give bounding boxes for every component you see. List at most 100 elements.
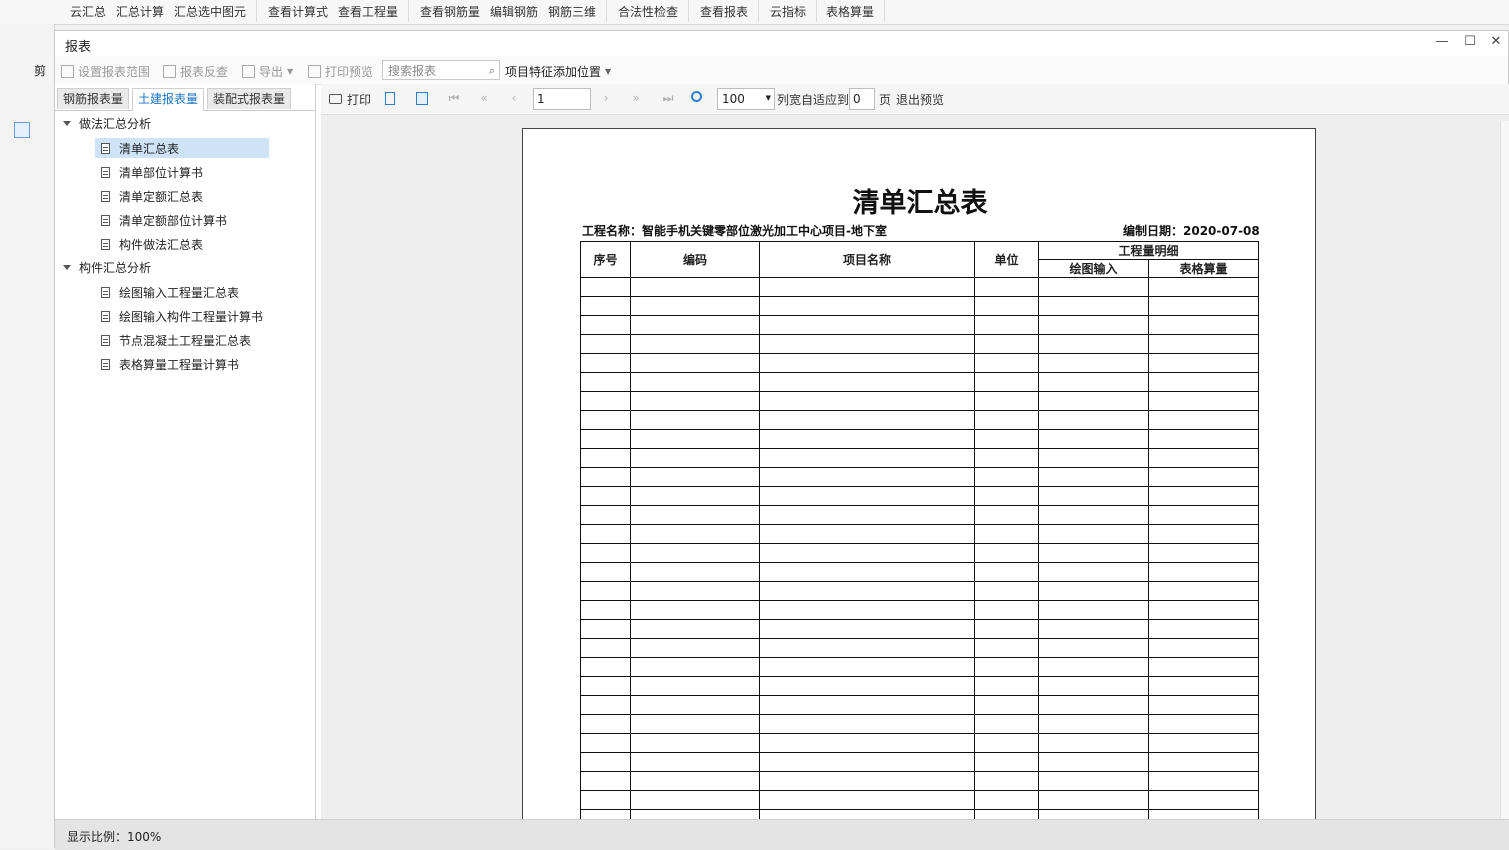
table-cell bbox=[1148, 790, 1259, 810]
exit-preview-button[interactable]: 退出预览 bbox=[896, 90, 944, 108]
first-page-icon[interactable]: ⏮ bbox=[447, 91, 461, 105]
table-cell bbox=[630, 695, 760, 715]
table-cell bbox=[1148, 429, 1259, 449]
page-number-input[interactable]: 1 bbox=[533, 88, 591, 110]
table-cell bbox=[1148, 695, 1259, 715]
table-cell bbox=[1038, 315, 1149, 335]
ribbon-button[interactable]: 钢筋三维 bbox=[548, 3, 596, 20]
table-row bbox=[580, 429, 1259, 449]
report-dialog: 报表 — ☐ ✕ 设置报表范围 报表反查 导出 ▼ 打印预览 ⌕ 项目特征添加位… bbox=[54, 30, 1509, 850]
close-button[interactable]: ✕ bbox=[1486, 34, 1506, 52]
table-cell bbox=[1148, 353, 1259, 373]
table-search-icon bbox=[163, 64, 176, 78]
table-cell bbox=[759, 752, 975, 772]
tree-item-bill-quota-summary[interactable]: 清单定额汇总表 bbox=[95, 186, 269, 206]
report-date: 编制日期：2020-07-08 bbox=[1123, 224, 1260, 238]
zoom-icon[interactable] bbox=[691, 91, 702, 102]
tree-group-component-summary[interactable]: 构件汇总分析 bbox=[63, 256, 151, 278]
feature-position-dropdown[interactable]: 项目特征添加位置 ▼ bbox=[505, 62, 611, 80]
ribbon-button[interactable]: 查看报表 bbox=[700, 3, 748, 20]
prev-jump-icon[interactable]: « bbox=[477, 91, 491, 105]
tab-rebar-report[interactable]: 钢筋报表量 bbox=[57, 88, 130, 109]
reverse-check-label: 报表反查 bbox=[180, 64, 229, 79]
table-cell bbox=[759, 714, 975, 734]
ribbon-button[interactable]: 表格算量 bbox=[826, 3, 874, 20]
tree-item-table-quantity-calc[interactable]: 表格算量工程量计算书 bbox=[95, 354, 269, 374]
minimize-button[interactable]: — bbox=[1432, 34, 1452, 52]
table-cell bbox=[974, 657, 1039, 677]
ribbon-button[interactable]: 云汇总 bbox=[70, 3, 106, 20]
table-cell bbox=[759, 657, 975, 677]
table-cell bbox=[1038, 562, 1149, 582]
tree-item-bill-quota-location-calc[interactable]: 清单定额部位计算书 bbox=[95, 210, 269, 230]
next-page-icon[interactable]: › bbox=[599, 91, 613, 105]
zoom-select[interactable]: 100 ▼ bbox=[717, 88, 775, 110]
ribbon-button[interactable]: 汇总计算 bbox=[116, 3, 164, 20]
report-type-tabs: 钢筋报表量 土建报表量 装配式报表量 bbox=[55, 86, 315, 111]
print-preview-button[interactable]: 打印预览 bbox=[308, 62, 373, 80]
table-cell bbox=[580, 372, 631, 392]
table-cell bbox=[1038, 296, 1149, 316]
ribbon-button[interactable]: 云指标 bbox=[770, 3, 806, 20]
set-range-button[interactable]: 设置报表范围 bbox=[61, 62, 150, 80]
tab-prefab-report[interactable]: 装配式报表量 bbox=[207, 88, 292, 109]
table-row bbox=[580, 733, 1259, 753]
set-range-label: 设置报表范围 bbox=[78, 64, 151, 79]
maximize-button[interactable]: ☐ bbox=[1460, 34, 1480, 52]
single-page-icon[interactable] bbox=[385, 92, 395, 105]
list-view-icon[interactable] bbox=[14, 122, 30, 138]
ribbon-button[interactable]: 合法性检查 bbox=[618, 3, 678, 20]
ribbon-button[interactable]: 汇总选中图元 bbox=[174, 3, 246, 20]
vertical-scrollbar[interactable] bbox=[1500, 121, 1509, 819]
table-cell bbox=[630, 467, 760, 487]
table-cell bbox=[1148, 733, 1259, 753]
table-cell bbox=[1038, 695, 1149, 715]
table-cell bbox=[759, 771, 975, 791]
ribbon-button[interactable]: 查看钢筋量 bbox=[420, 3, 480, 20]
table-cell bbox=[630, 657, 760, 677]
next-jump-icon[interactable]: » bbox=[629, 91, 643, 105]
multi-page-icon[interactable] bbox=[416, 92, 428, 105]
ribbon-button[interactable]: 编辑钢筋 bbox=[490, 3, 538, 20]
tree-item-drawing-quantity-summary[interactable]: 绘图输入工程量汇总表 bbox=[95, 282, 269, 302]
tree-item-drawing-component-calc[interactable]: 绘图输入构件工程量计算书 bbox=[95, 306, 269, 326]
tree-item-label: 绘图输入工程量汇总表 bbox=[119, 285, 240, 300]
search-input[interactable] bbox=[386, 62, 484, 80]
tree-group-method-summary[interactable]: 做法汇总分析 bbox=[63, 112, 151, 134]
table-cell bbox=[1038, 410, 1149, 430]
tree-item-label: 清单定额部位计算书 bbox=[119, 213, 228, 228]
zoom-value: 100 bbox=[722, 92, 745, 106]
table-cell bbox=[974, 524, 1039, 544]
report-preview-area: 打印 ⏮ « ‹ 1 › » ⏭ 100 ▼ 列宽自适应到 0 页 退出预览 清… bbox=[321, 84, 1509, 828]
table-cell bbox=[974, 790, 1039, 810]
project-name: 工程名称：智能手机关键零部位激光加工中心项目-地下室 bbox=[582, 224, 887, 238]
ribbon-button[interactable]: 查看计算式 bbox=[268, 3, 328, 20]
tab-civil-report[interactable]: 土建报表量 bbox=[132, 88, 205, 111]
document-icon bbox=[101, 214, 110, 226]
print-button[interactable]: 打印 bbox=[329, 90, 371, 108]
table-cell bbox=[1148, 315, 1259, 335]
fit-column-input[interactable]: 0 bbox=[849, 88, 875, 110]
table-cell bbox=[1148, 600, 1259, 620]
tree-group-label: 构件汇总分析 bbox=[79, 260, 152, 275]
table-cell bbox=[580, 353, 631, 373]
tree-item-bill-location-calc[interactable]: 清单部位计算书 bbox=[95, 162, 269, 182]
header-seq: 序号 bbox=[580, 241, 631, 278]
search-report-box[interactable]: ⌕ bbox=[382, 60, 500, 80]
table-cell bbox=[630, 752, 760, 772]
prev-page-icon[interactable]: ‹ bbox=[507, 91, 521, 105]
table-cell bbox=[630, 429, 760, 449]
table-cell bbox=[974, 733, 1039, 753]
reverse-check-button[interactable]: 报表反查 bbox=[163, 62, 228, 80]
table-cell bbox=[580, 543, 631, 563]
last-page-icon[interactable]: ⏭ bbox=[661, 91, 675, 105]
document-icon bbox=[101, 334, 110, 346]
export-button[interactable]: 导出 ▼ bbox=[242, 62, 293, 80]
tree-item-node-concrete-summary[interactable]: 节点混凝土工程量汇总表 bbox=[95, 330, 269, 350]
ribbon-button[interactable]: 查看工程量 bbox=[338, 3, 398, 20]
table-cell bbox=[759, 334, 975, 354]
chevron-down-icon: ▼ bbox=[287, 66, 294, 76]
search-icon[interactable]: ⌕ bbox=[489, 64, 495, 78]
tree-item-bill-summary[interactable]: 清单汇总表 bbox=[95, 138, 269, 158]
tree-item-component-method-summary[interactable]: 构件做法汇总表 bbox=[95, 234, 269, 254]
